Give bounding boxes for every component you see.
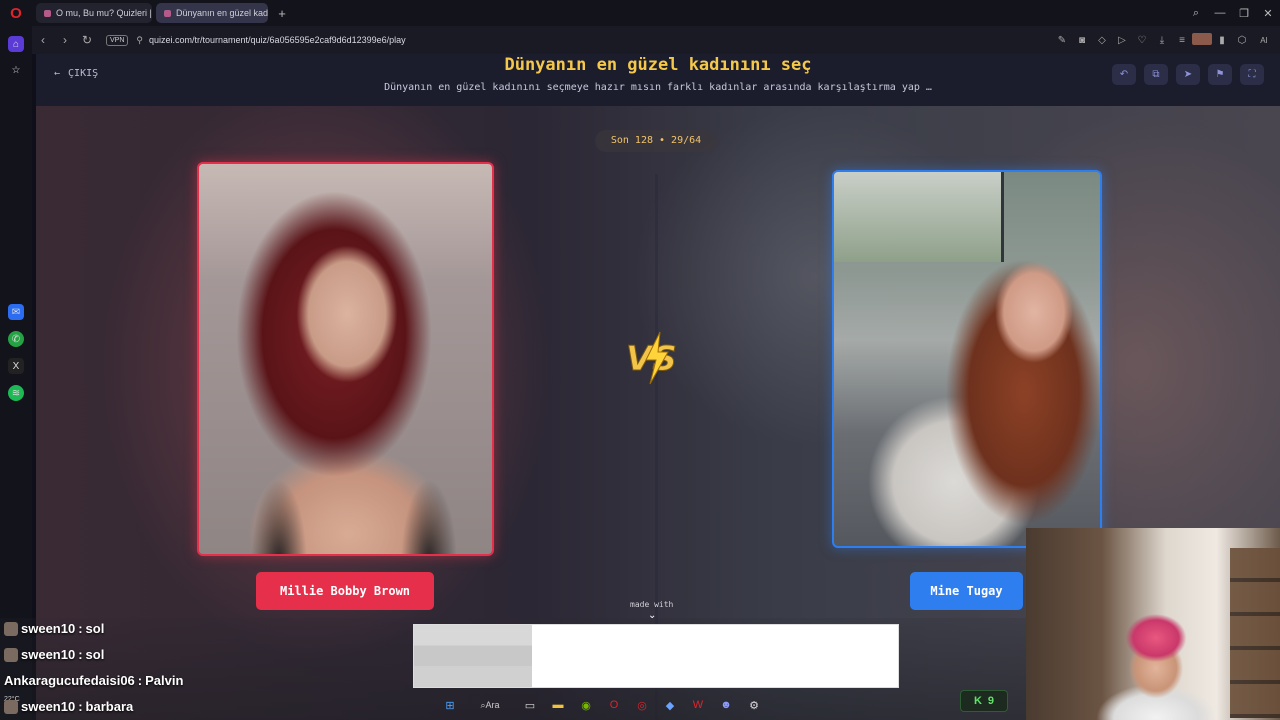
avatar [4,621,18,636]
task-view-icon[interactable]: ▭ [520,696,540,714]
taskbar-search-label: Ara [485,700,500,710]
round-status-badge: Son 128 • 29/64 [595,130,717,152]
x-twitter-icon[interactable]: X [8,358,24,374]
tab-label: Dünyanın en güzel kadını [176,8,268,18]
search-tabs-icon[interactable]: ⌕ [1184,7,1208,20]
chat-message: sween10 : barbara [4,699,133,714]
counter-badge: K 9 [960,690,1008,712]
tab-quizzes[interactable]: O mu, Bu mu? Quizleri | T [36,3,152,23]
opera-gx-icon[interactable]: O [604,696,624,714]
chat-text: sol [85,647,105,662]
chat-message: sween10 : sol [4,647,104,662]
shield-icon[interactable]: ◇ [1092,35,1112,46]
undo-icon[interactable]: ↶ [1112,64,1136,85]
home-icon[interactable]: ⌂ [8,36,24,52]
site-info-icon[interactable]: ⚲ [136,35,143,46]
fullscreen-icon[interactable]: ⛶ [1240,64,1264,85]
app-icon[interactable]: ⚙ [744,696,764,714]
nvidia-icon[interactable]: ◉ [576,696,596,714]
chat-text: Palvin [145,673,184,688]
report-flag-icon[interactable]: ⚑ [1208,64,1232,85]
shield-app-icon[interactable]: ◆ [660,696,680,714]
overlay-panel-graphic [414,625,532,687]
share-icon[interactable]: ➤ [1176,64,1200,85]
file-explorer-icon[interactable]: ▬ [548,696,568,714]
edit-icon[interactable]: ✎ [1052,35,1072,46]
download-icon[interactable]: ⤓ [1152,35,1172,46]
photo-detail [834,172,1004,262]
browser-tabbar: O O mu, Bu mu? Quizleri | T Dünyanın en … [0,0,1280,26]
left-choice-image[interactable] [197,162,494,556]
chat-message: sween10 : sol [4,621,104,636]
cube-icon[interactable]: ⬡ [1232,35,1252,46]
heart-icon[interactable]: ♡ [1132,35,1152,46]
made-with-label: made with [630,600,674,609]
play-icon[interactable]: ▷ [1112,35,1132,46]
windows-start-icon[interactable]: ⊞ [440,696,460,714]
photo-detail [239,424,459,554]
spotify-icon[interactable]: ≋ [8,385,24,401]
address-bar: ‹ › ↻ VPN ⚲ quizei.com/tr/tournament/qui… [32,26,1280,54]
overlay-panel [413,624,899,688]
office-icon[interactable]: W [688,696,708,714]
discord-icon[interactable]: ☻ [716,696,736,714]
vpn-badge[interactable]: VPN [106,34,129,46]
close-icon[interactable]: ✕ [1256,7,1280,20]
kick-icon: K [973,695,982,707]
right-choice-image[interactable] [832,170,1102,548]
page-subtitle: Dünyanın en güzel kadınını seçmeye hazır… [384,82,932,93]
back-icon[interactable]: ‹ [32,33,54,47]
menu-icon[interactable]: ≡ [1172,35,1192,46]
chat-text: sol [85,621,105,636]
whatsapp-icon[interactable]: ✆ [8,331,24,347]
choose-left-button[interactable]: Millie Bobby Brown [256,572,434,610]
forward-icon[interactable]: › [54,33,76,47]
star-icon[interactable]: ☆ [8,62,24,78]
counter-value: 9 [987,695,995,707]
chat-message: Ankaragucufedaisi06 : Palvin [4,673,184,688]
avatar [4,699,18,714]
profile-avatar[interactable] [1192,32,1212,48]
avatar [4,647,18,662]
reload-icon[interactable]: ↻ [76,33,98,47]
tab-current-quiz[interactable]: Dünyanın en güzel kadını [156,3,268,23]
extension-icon[interactable]: ▮ [1212,35,1232,46]
windows-taskbar: ⊞ ⌕ Ara ▭ ▬ ◉ O ◎ ◆ W ☻ ⚙ [440,692,840,718]
quiz-header: ← ÇIKIŞ Dünyanın en güzel kadınını seç D… [36,54,1280,106]
messenger-icon[interactable]: ✉ [8,304,24,320]
ai-icon[interactable]: AI [1252,36,1276,45]
taskbar-search[interactable]: ⌕ Ara [468,696,512,714]
tab-label: O mu, Bu mu? Quizleri | T [56,8,152,18]
chat-user: sween10 [21,647,76,662]
tab-favicon-icon [44,9,51,17]
vs-lightning-icon: VS [626,331,677,385]
chat-user: sween10 [21,621,76,636]
chat-text: barbara [85,699,134,714]
restore-icon[interactable]: ❐ [1232,7,1256,20]
browser-sidebar: ⌂ ☆ ✉ ✆ X ≋ [0,26,32,720]
copy-icon[interactable]: ⧉ [1144,64,1168,85]
camera-icon[interactable]: ◙ [1072,35,1092,46]
window-controls: ⌕ — ❐ ✕ [1184,0,1280,26]
new-tab-button[interactable]: + [272,3,292,23]
webcam-overlay [1026,528,1280,720]
chat-user: sween10 [21,699,76,714]
address-bar-actions: ✎ ◙ ◇ ▷ ♡ ⤓ ≡ ▮ ⬡ AI [1052,32,1280,48]
webcam-shelf [1230,548,1280,718]
opera-logo-icon[interactable]: O [0,0,32,26]
header-actions: ↶ ⧉ ➤ ⚑ ⛶ [1112,64,1264,85]
tab-favicon-icon [164,9,171,17]
url-field[interactable]: quizei.com/tr/tournament/quiz/6a056595e2… [149,35,406,45]
choose-right-button[interactable]: Mine Tugay [910,572,1023,610]
opera-icon[interactable]: ◎ [632,696,652,714]
minimize-icon[interactable]: — [1208,7,1232,19]
page-title: Dünyanın en güzel kadınını seç [504,55,812,75]
chat-user: Ankaragucufedaisi06 [4,673,135,688]
